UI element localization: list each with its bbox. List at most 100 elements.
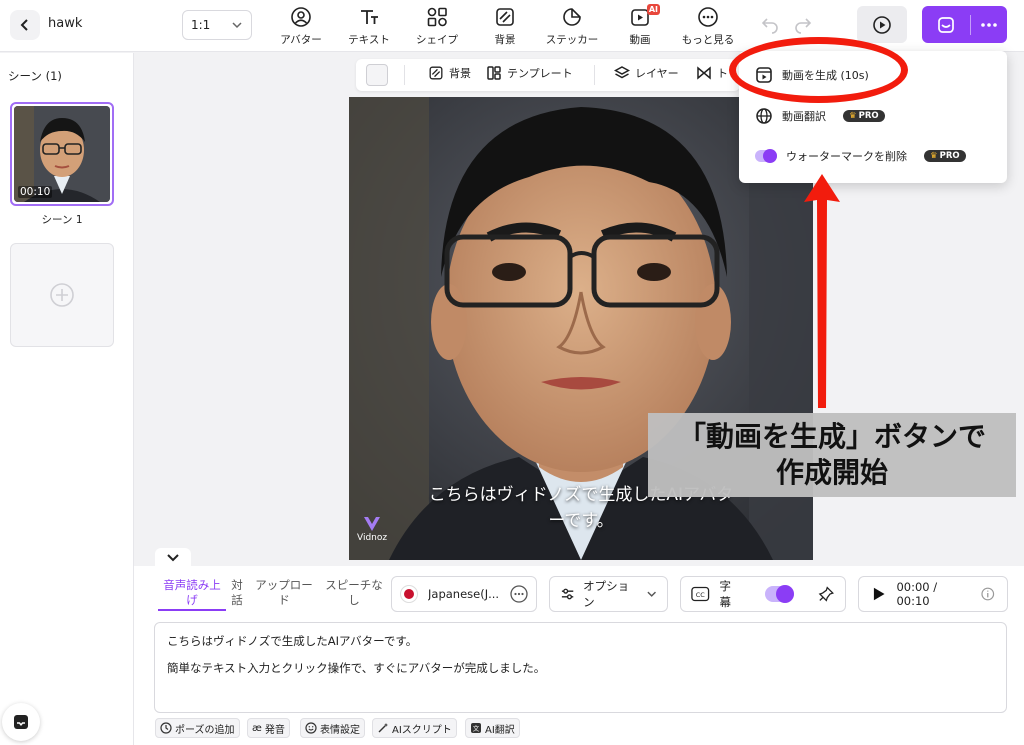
add-pause-button[interactable]: ポーズの追加 <box>155 718 240 738</box>
tool-shape[interactable]: シェイプ <box>405 6 469 47</box>
generate-button[interactable] <box>922 6 1007 43</box>
tool-background[interactable]: 背景 <box>473 6 537 47</box>
scene-count-title: シーン (1) <box>8 69 62 83</box>
tool-video[interactable]: AI 動画 <box>608 4 672 47</box>
add-scene-button[interactable] <box>10 243 114 347</box>
crown-icon: ♛ <box>930 151 938 161</box>
support-chat-button[interactable] <box>2 703 40 741</box>
menu-item-label: ウォーターマークを削除 <box>786 150 907 163</box>
tab-dialogue[interactable]: 対話 <box>230 578 244 608</box>
japan-flag-icon <box>400 585 418 603</box>
vidnoz-logo-icon <box>364 517 381 531</box>
template-icon <box>487 66 501 80</box>
shape-icon <box>427 7 447 27</box>
scene-label: シーン 1 <box>41 214 83 226</box>
play-circle-icon <box>873 15 891 34</box>
tool-label: 動画 <box>629 34 651 46</box>
ai-script-button[interactable]: AIスクリプト <box>372 718 457 738</box>
divider <box>404 65 405 85</box>
tool-avatar[interactable]: アバター <box>269 6 333 47</box>
tool-sticker[interactable]: ステッカー <box>540 6 604 47</box>
menu-item-video-translate[interactable]: 動画翻訳 ♛ PRO <box>755 107 885 125</box>
more-icon <box>698 7 718 27</box>
transition-button[interactable]: ト <box>696 65 728 81</box>
scene-thumbnail-image: 00:10 <box>14 106 110 202</box>
tab-no-speech[interactable]: スピーチなし <box>324 578 384 608</box>
collapse-panel-button[interactable] <box>155 548 191 568</box>
subtitle-toggle[interactable] <box>764 585 795 603</box>
watermark-text: Vidnoz <box>357 533 388 543</box>
subtitle-label: 字幕 <box>719 579 732 609</box>
pro-badge: ♛ PRO <box>843 110 885 122</box>
transition-icon <box>697 66 711 80</box>
language-select[interactable]: Japanese(J... <box>391 576 537 612</box>
tool-label: 背景 <box>494 34 516 46</box>
tool-label: テキスト <box>348 34 390 46</box>
watermark-toggle[interactable] <box>755 149 777 163</box>
scene-thumbnail[interactable]: 00:10 <box>10 102 114 206</box>
ai-translate-button[interactable]: 文 AI翻訳 <box>465 718 520 738</box>
tool-text[interactable]: テキスト <box>337 6 401 47</box>
annotation-caption: 「動画を生成」ボタンで 作成開始 <box>648 413 1016 497</box>
chip-label: AI翻訳 <box>485 724 515 736</box>
script-line-1: こちらはヴィドノズで生成したAIアバターです。 <box>167 634 418 648</box>
annotation-line-1: 「動画を生成」ボタンで <box>677 420 986 453</box>
tab-upload[interactable]: アップロード <box>252 578 316 608</box>
language-value: Japanese(J... <box>428 587 500 601</box>
color-swatch[interactable] <box>366 64 388 86</box>
pin-icon[interactable] <box>818 585 835 603</box>
pronunciation-button[interactable]: æ 発音 <box>247 718 290 738</box>
menu-item-remove-watermark[interactable]: ウォーターマークを削除 ♛ PRO <box>755 148 966 164</box>
back-button[interactable] <box>10 10 40 40</box>
annotation-ellipse <box>729 37 908 103</box>
chevron-down-icon <box>647 591 656 597</box>
more-circle-icon[interactable] <box>510 585 528 603</box>
ratio-select[interactable]: 1:1 <box>182 10 252 40</box>
smile-icon <box>305 722 317 734</box>
undo-icon[interactable] <box>760 14 780 34</box>
canvas-toolbar-label: ト <box>717 67 728 80</box>
inbox-icon <box>14 715 28 729</box>
template-button[interactable]: テンプレート <box>486 65 573 81</box>
generate-main[interactable] <box>922 6 970 43</box>
redo-icon[interactable] <box>793 14 813 34</box>
watermark: Vidnoz <box>357 515 387 543</box>
tool-label: シェイプ <box>416 34 458 46</box>
menu-item-label: 動画翻訳 <box>782 110 826 123</box>
options-select[interactable]: オプション <box>549 576 668 612</box>
sliders-icon <box>561 588 574 600</box>
chip-label: 発音 <box>264 724 285 736</box>
layer-button[interactable]: レイヤー <box>614 65 679 81</box>
play-icon[interactable] <box>871 586 886 602</box>
tab-text-to-speech[interactable]: 音声読み上げ <box>158 578 226 611</box>
crown-icon: ♛ <box>849 111 857 121</box>
background-icon <box>496 8 514 26</box>
generate-more-button[interactable] <box>971 6 1007 43</box>
more-dots-icon <box>981 22 997 27</box>
tool-more[interactable]: もっと見る <box>676 6 740 47</box>
pro-badge: ♛ PRO <box>924 150 966 162</box>
expression-button[interactable]: 表情設定 <box>300 718 365 738</box>
canvas-toolbar-label: テンプレート <box>507 67 573 80</box>
clock-icon <box>160 722 172 734</box>
chevron-down-icon <box>167 554 179 562</box>
sticker-icon <box>563 8 581 26</box>
cc-icon: CC <box>691 586 710 602</box>
preview-button[interactable] <box>857 6 907 43</box>
canvas-background-button[interactable]: 背景 <box>428 65 471 81</box>
globe-icon <box>756 108 772 124</box>
background-icon <box>429 66 443 80</box>
plus-circle-icon <box>50 283 74 307</box>
chevron-left-icon <box>20 19 28 31</box>
tool-label: アバター <box>280 34 322 46</box>
project-name[interactable]: hawk <box>48 16 82 31</box>
magic-wand-icon <box>378 723 388 733</box>
canvas-toolbar: 背景 テンプレート レイヤー ト <box>356 59 740 91</box>
chip-label: 表情設定 <box>320 724 360 736</box>
chip-label: AIスクリプト <box>392 724 452 736</box>
ratio-value: 1:1 <box>191 18 211 32</box>
tool-label: ステッカー <box>545 34 599 46</box>
options-label: オプション <box>583 579 630 609</box>
info-icon[interactable] <box>981 587 995 601</box>
script-textarea[interactable]: こちらはヴィドノズで生成したAIアバターです。 簡単なテキスト入力とクリック操作… <box>154 622 1007 713</box>
